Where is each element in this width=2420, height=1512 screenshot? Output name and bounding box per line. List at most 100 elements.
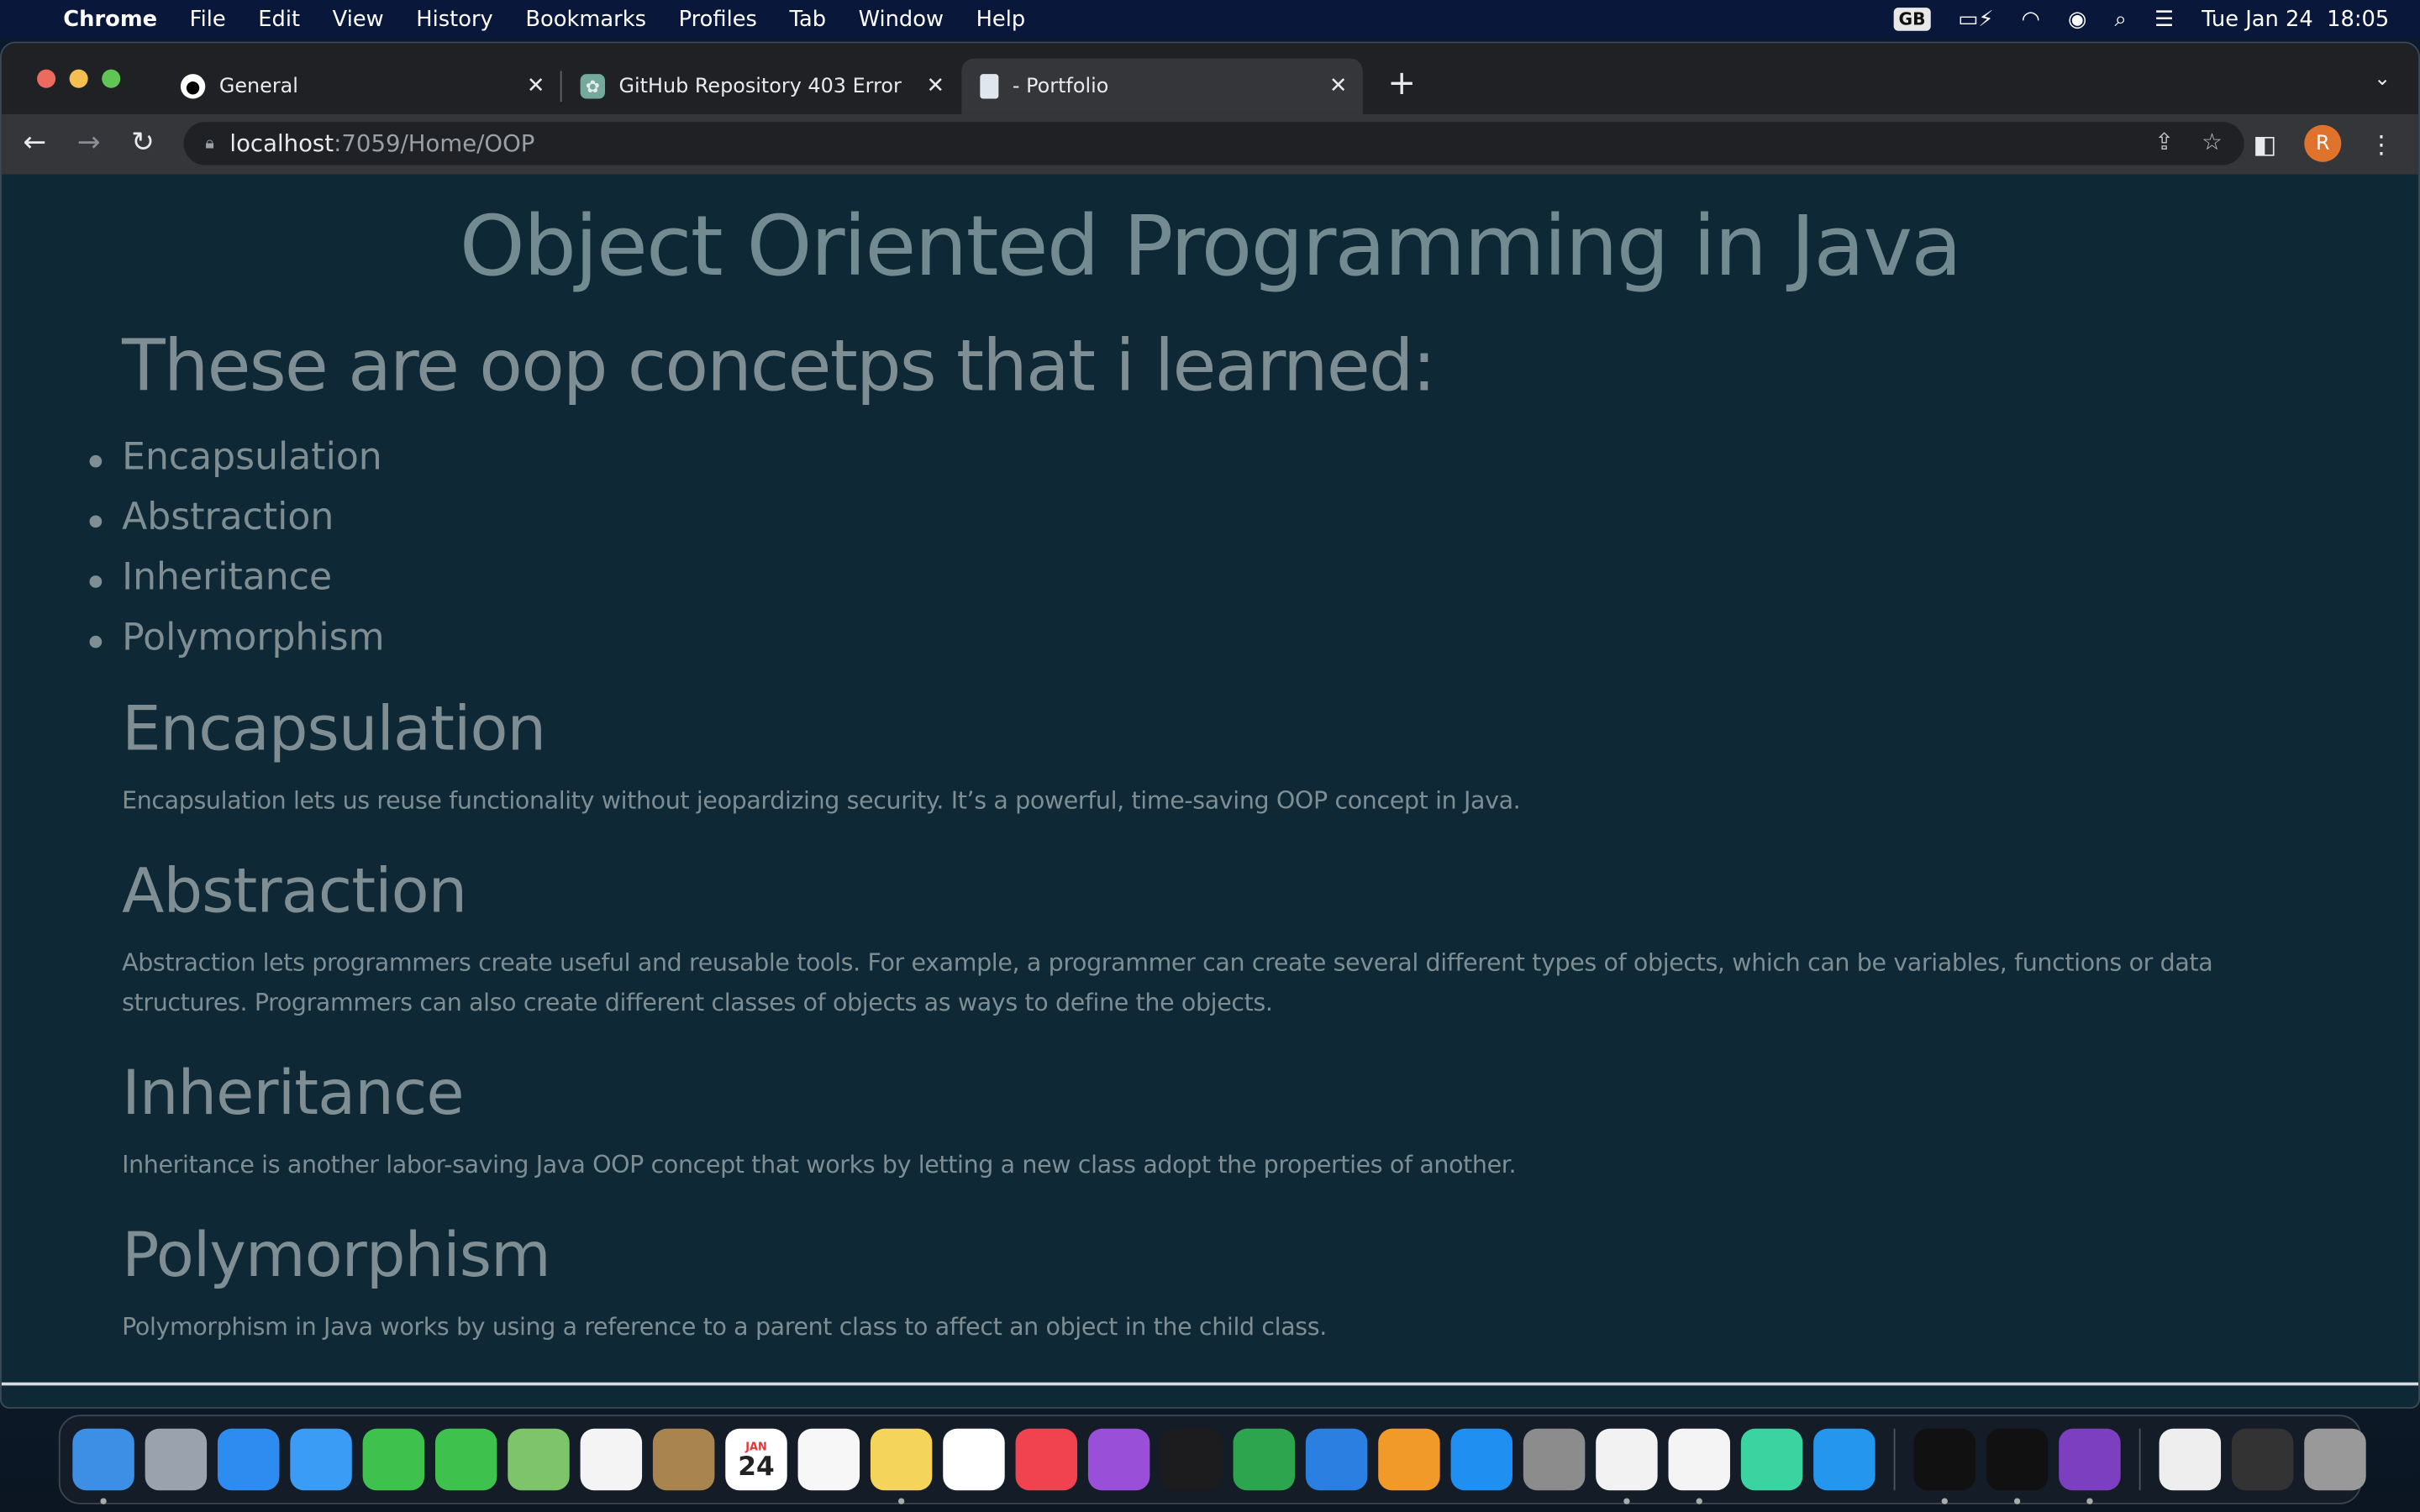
spotlight-search-icon[interactable]: ⌕ (2115, 7, 2127, 31)
dock-launchpad-icon[interactable] (145, 1428, 208, 1491)
share-icon[interactable]: ⇪ (2154, 128, 2174, 155)
running-indicator (1623, 1498, 1630, 1504)
close-tab-icon[interactable]: ✕ (527, 74, 545, 98)
url-path: :7059/Home/OOP (334, 129, 535, 158)
section-encapsulation: Encapsulation Encapsulation lets us reus… (122, 695, 2282, 822)
tab-github-repository-403-error[interactable]: ✿ GitHub Repository 403 Error ✕ (562, 59, 960, 114)
input-source-indicator[interactable]: GB (1894, 8, 1931, 31)
dock-maps-icon[interactable] (508, 1428, 570, 1491)
dock-numbers-icon[interactable] (1233, 1428, 1296, 1491)
address-bar[interactable]: 🔒︎ localhost:7059/Home/OOP ⇪ ☆ (183, 122, 2244, 165)
more-menu-icon[interactable]: ⋮ (2369, 129, 2393, 158)
wifi-icon[interactable]: ◠ (2022, 7, 2040, 31)
dock-activity-monitor-icon[interactable] (1986, 1428, 2049, 1504)
menu-profiles[interactable]: Profiles (679, 7, 757, 31)
close-tab-icon[interactable]: ✕ (1329, 74, 1348, 98)
dock-divider (2139, 1428, 2141, 1491)
github-icon: ● (180, 74, 206, 99)
chatgpt-icon: ✿ (580, 74, 605, 99)
dock-keynote-icon[interactable] (1305, 1428, 1368, 1491)
dock-notes-icon[interactable] (870, 1428, 933, 1504)
battery-icon[interactable]: ▭⚡ (1958, 7, 1993, 31)
side-panel-icon[interactable]: ◧ (2253, 129, 2276, 158)
list-item: Abstraction (89, 496, 384, 556)
date: Tue Jan 24 (2202, 7, 2313, 32)
menu-clock[interactable]: Tue Jan 24 18:05 (2202, 7, 2389, 31)
dock-terminal-icon[interactable] (1913, 1428, 1976, 1504)
dock-trash-icon[interactable] (2304, 1428, 2366, 1491)
page-title: Object Oriented Programming in Java (459, 197, 1962, 295)
zoom-window-button[interactable] (102, 69, 121, 88)
profile-avatar[interactable]: R (2304, 124, 2342, 162)
dock-pages-icon[interactable] (1378, 1428, 1440, 1491)
url-host: localhost (229, 129, 334, 158)
list-item: Encapsulation (89, 435, 384, 496)
list-item: Polymorphism (89, 616, 385, 676)
section-heading: Abstraction (122, 856, 467, 927)
menu-bookmarks[interactable]: Bookmarks (525, 7, 646, 31)
section-heading: Polymorphism (122, 1220, 551, 1292)
section-abstraction: Abstraction Abstraction lets programmers… (122, 856, 2282, 1022)
dock-downloads-stack-icon[interactable] (2231, 1428, 2294, 1491)
dock-zip-file-icon[interactable] (2159, 1428, 2222, 1491)
dock-mail-icon[interactable] (290, 1428, 352, 1491)
menu-view[interactable]: View (333, 7, 384, 31)
dock-chrome-icon[interactable] (1596, 1428, 1658, 1504)
dock-safari-icon[interactable] (217, 1428, 280, 1491)
back-button[interactable]: ← (24, 127, 47, 160)
list-item: Inheritance (89, 555, 384, 616)
running-indicator (100, 1498, 107, 1504)
dock-github-desktop-icon[interactable] (2059, 1428, 2121, 1504)
dock-freeform-icon[interactable] (943, 1428, 1005, 1491)
menu-tab[interactable]: Tab (790, 7, 827, 31)
dock-podcasts-icon[interactable] (1087, 1428, 1150, 1491)
section-text: Polymorphism in Java works by using a re… (122, 1313, 1327, 1341)
dock-tv-icon[interactable] (1160, 1428, 1223, 1491)
dock-photos-icon[interactable] (580, 1428, 643, 1491)
dock-contacts-icon[interactable] (652, 1428, 715, 1491)
dock-reminders-icon[interactable] (797, 1428, 860, 1491)
tab-search-chevron-down-icon[interactable]: ⌄ (2374, 68, 2391, 92)
dock-app-store-icon[interactable] (1450, 1428, 1512, 1491)
reload-button[interactable]: ↻ (131, 127, 155, 160)
concept-list: Encapsulation Abstraction Inheritance Po… (89, 435, 385, 676)
menu-file[interactable]: File (190, 7, 226, 31)
dock-divider (1893, 1428, 1896, 1491)
chrome-window: ● General ✕ ✿ GitHub Repository 403 Erro… (0, 41, 2420, 1409)
dock-system-settings-icon[interactable] (1523, 1428, 1586, 1491)
tab-portfolio[interactable]: - Portfolio ✕ (961, 58, 1363, 114)
browser-toolbar: ← → ↻ 🔒︎ localhost:7059/Home/OOP ⇪ ☆ ◧ R… (1, 113, 2419, 175)
dock-finder-icon[interactable] (72, 1428, 134, 1504)
dock-facetime-icon[interactable] (362, 1428, 425, 1491)
bookmark-star-icon[interactable]: ☆ (2202, 128, 2223, 155)
dock-visual-studio-icon[interactable] (1668, 1428, 1730, 1504)
dock-music-icon[interactable] (1015, 1428, 1078, 1491)
close-window-button[interactable] (37, 69, 56, 88)
dock-messages-icon[interactable] (434, 1428, 497, 1491)
control-center-icon[interactable]: ☰ (2154, 7, 2174, 31)
section-heading: Inheritance (122, 1058, 464, 1130)
footer-divider (1, 1382, 2419, 1386)
desktop: Chrome File Edit View History Bookmarks … (0, 0, 2420, 1512)
minimize-window-button[interactable] (69, 69, 88, 88)
section-polymorphism: Polymorphism Polymorphism in Java works … (122, 1221, 2282, 1347)
running-indicator (2086, 1498, 2093, 1504)
menu-help[interactable]: Help (976, 7, 1026, 31)
menu-app-name[interactable]: Chrome (63, 7, 157, 31)
user-icon[interactable]: ◉ (2068, 7, 2086, 31)
section-text: Encapsulation lets us reuse functionalit… (122, 786, 1521, 815)
dock-docker-icon[interactable] (1813, 1428, 1876, 1491)
dock-calendar-icon[interactable]: JAN 24 (725, 1428, 787, 1491)
tab-general[interactable]: ● General ✕ (162, 59, 560, 114)
dock-datagrip-icon[interactable] (1740, 1428, 1803, 1491)
menu-window[interactable]: Window (859, 7, 944, 31)
close-tab-icon[interactable]: ✕ (927, 74, 945, 98)
running-indicator (1941, 1498, 1948, 1504)
forward-button[interactable]: → (77, 127, 101, 160)
menu-bar: Chrome File Edit View History Bookmarks … (0, 0, 2420, 39)
menu-edit[interactable]: Edit (258, 7, 300, 31)
page-content: Object Oriented Programming in Java Thes… (1, 176, 2419, 1386)
new-tab-button[interactable]: + (1387, 65, 1416, 103)
menu-history[interactable]: History (416, 7, 492, 31)
lock-icon[interactable]: 🔒︎ (205, 133, 214, 155)
